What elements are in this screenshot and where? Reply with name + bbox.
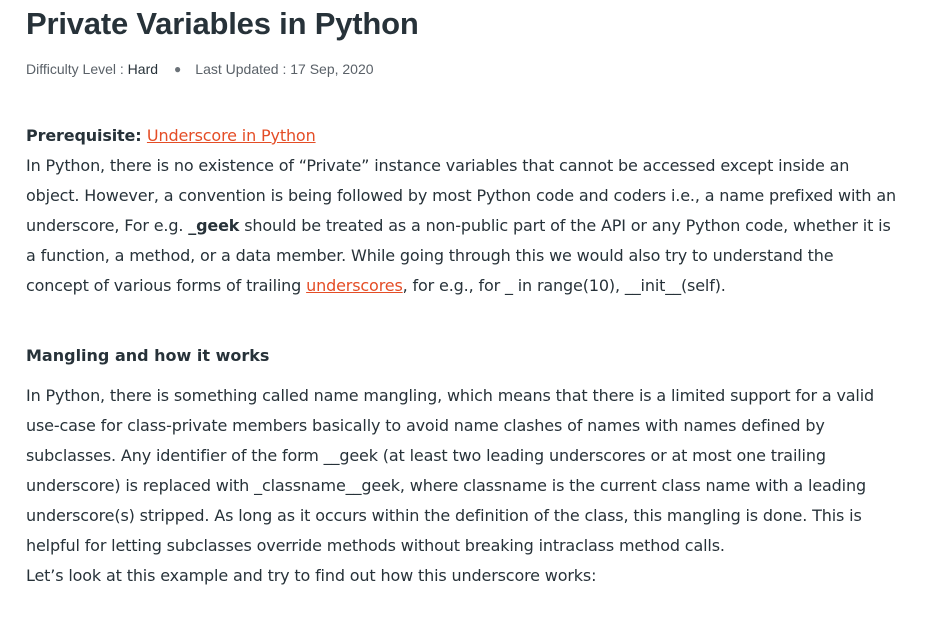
mangling-paragraph: In Python, there is something called nam… bbox=[26, 381, 910, 591]
mangling-line: In Python, there is something called nam… bbox=[26, 386, 875, 405]
geek-keyword: _geek bbox=[188, 216, 240, 235]
last-updated: Last Updated : 17 Sep, 2020 bbox=[195, 61, 374, 77]
separator-dot-icon: ● bbox=[174, 62, 182, 76]
section-heading: Mangling and how it works bbox=[26, 346, 270, 365]
underscores-link[interactable]: underscores bbox=[306, 276, 403, 295]
prereq-label: Prerequisite: bbox=[26, 126, 147, 145]
intro-text: , for e.g., for _ in range(10), __init__… bbox=[402, 276, 726, 295]
intro-text: should be treated as a non-public part o… bbox=[239, 216, 891, 235]
intro-line: concept of various forms of trailing und… bbox=[26, 271, 910, 301]
intro-line: underscore, For e.g. _geek should be tre… bbox=[26, 211, 910, 241]
mangling-line: helpful for letting subclasses override … bbox=[26, 536, 725, 555]
difficulty-level-link[interactable]: Hard bbox=[128, 61, 158, 77]
example-intro-line: Let’s look at this example and try to fi… bbox=[26, 566, 597, 585]
article: Private Variables in Python Difficulty L… bbox=[0, 0, 932, 626]
intro-text: concept of various forms of trailing bbox=[26, 276, 307, 295]
intro-line: object. However, a convention is being f… bbox=[26, 186, 896, 205]
article-meta: Difficulty Level : Hard ● Last Updated : 1… bbox=[26, 61, 374, 77]
intro-text: underscore, For e.g. bbox=[26, 216, 189, 235]
prereq-link[interactable]: Underscore in Python bbox=[147, 126, 316, 145]
mangling-line: underscore(s) stripped. As long as it oc… bbox=[26, 506, 862, 525]
intro-paragraph: Prerequisite: Underscore in Python In Py… bbox=[26, 121, 910, 301]
mangling-line: subclasses. Any identifier of the form _… bbox=[26, 446, 826, 465]
intro-line: a function, a method, or a data member. … bbox=[26, 246, 834, 265]
mangling-line: underscore) is replaced with _classname_… bbox=[26, 476, 866, 495]
intro-line: In Python, there is no existence of “Pri… bbox=[26, 156, 850, 175]
prereq-line: Prerequisite: Underscore in Python bbox=[26, 121, 910, 151]
page-title: Private Variables in Python bbox=[26, 6, 419, 41]
mangling-line: use-case for class-private members basic… bbox=[26, 416, 825, 435]
difficulty-label: Difficulty Level : bbox=[26, 61, 128, 77]
